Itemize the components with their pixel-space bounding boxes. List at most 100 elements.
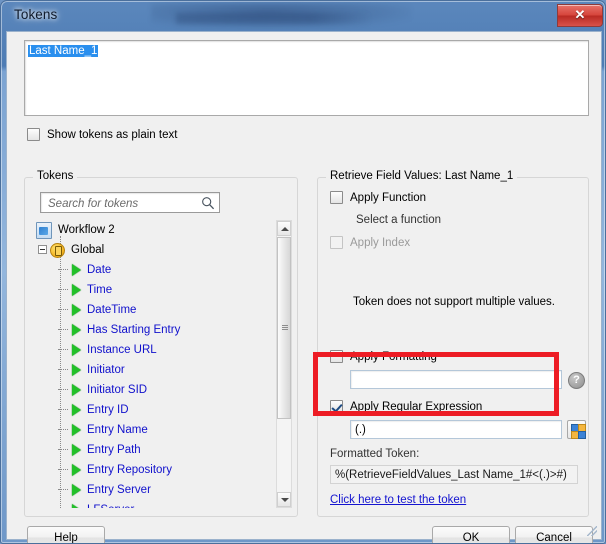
- chevron-down-icon: [281, 498, 289, 502]
- search-input[interactable]: [46, 195, 200, 212]
- tree-elbow-connector: [58, 409, 68, 420]
- tree-item-label: Entry ID: [87, 404, 129, 416]
- formatting-input[interactable]: [350, 370, 562, 389]
- tree-elbow-connector: [58, 349, 68, 360]
- token-play-icon: [72, 464, 81, 476]
- resize-grip-icon[interactable]: [587, 526, 597, 536]
- tree-item-label: Has Starting Entry: [87, 324, 181, 336]
- formatted-token-value[interactable]: [330, 465, 578, 484]
- tree-item-token[interactable]: Time: [34, 280, 270, 300]
- tree-item-token[interactable]: Entry Name: [34, 420, 270, 440]
- tree-item-label: Workflow 2: [58, 224, 115, 236]
- tree-item-label: Date: [87, 264, 112, 276]
- token-play-icon: [72, 444, 81, 456]
- tree-item-token[interactable]: Has Starting Entry: [34, 320, 270, 340]
- tree-item-label: Initiator: [87, 364, 125, 376]
- tree-item-label: Entry Server: [87, 484, 151, 496]
- tree-item-label: LFServer: [87, 504, 134, 508]
- tree-elbow-connector: [58, 329, 68, 340]
- token-preview-box[interactable]: Last Name_1: [24, 40, 589, 116]
- tree-item-token[interactable]: Entry Repository: [34, 460, 270, 480]
- tree-item-root[interactable]: Workflow 2: [34, 220, 270, 240]
- scrollbar-grip-icon: [282, 325, 288, 331]
- token-play-icon: [72, 384, 81, 396]
- chevron-up-icon: [281, 227, 289, 231]
- tree-elbow-connector: [58, 389, 68, 400]
- tree-item-label: Global: [71, 244, 105, 256]
- token-play-icon: [72, 404, 81, 416]
- token-play-icon: [72, 304, 81, 316]
- apply-formatting-row[interactable]: Apply Formatting: [330, 350, 437, 363]
- title-bar: Tokens ✕: [1, 1, 605, 31]
- tree-item-token[interactable]: Entry Path: [34, 440, 270, 460]
- select-a-function-label[interactable]: Select a function: [356, 214, 441, 226]
- tree-elbow-connector: [58, 309, 68, 320]
- tree-elbow-connector: [58, 289, 68, 300]
- token-play-icon: [72, 504, 81, 508]
- tree-elbow-connector: [58, 269, 68, 280]
- aero-glass-blur-2: [176, 13, 371, 24]
- close-icon: ✕: [574, 7, 586, 22]
- show-plain-text-row[interactable]: Show tokens as plain text: [27, 128, 177, 141]
- dialog-client-area: Last Name_1 Show tokens as plain text To…: [6, 31, 602, 543]
- cancel-button[interactable]: Cancel: [515, 526, 593, 543]
- apply-formatting-label: Apply Formatting: [350, 350, 437, 363]
- regex-input[interactable]: [350, 420, 562, 439]
- tree-item-label: Entry Repository: [87, 464, 173, 476]
- token-play-icon: [72, 364, 81, 376]
- tree-elbow-connector: [58, 429, 68, 440]
- close-button[interactable]: ✕: [557, 4, 603, 27]
- formatted-token-label: Formatted Token:: [330, 448, 420, 460]
- scroll-down-button[interactable]: [277, 492, 291, 507]
- tree-item-token[interactable]: Entry ID: [34, 400, 270, 420]
- tokens-tree[interactable]: Workflow 2 Global Date Time DateTime Has Star…: [34, 220, 288, 508]
- apply-function-checkbox[interactable]: [330, 191, 343, 204]
- token-play-icon: [72, 344, 81, 356]
- retrieve-group-legend: Retrieve Field Values: Last Name_1: [326, 170, 518, 182]
- tokens-group-legend: Tokens: [33, 170, 78, 182]
- tree-item-token[interactable]: Initiator: [34, 360, 270, 380]
- tree-item-group[interactable]: Global: [34, 240, 270, 260]
- apply-function-row[interactable]: Apply Function: [330, 191, 426, 204]
- apply-index-row: Apply Index: [330, 236, 410, 249]
- tree-item-token[interactable]: Date: [34, 260, 270, 280]
- tree-item-label: Instance URL: [87, 344, 157, 356]
- tokens-tree-scrollbar[interactable]: [276, 220, 292, 508]
- grid-squares-icon[interactable]: [567, 420, 586, 439]
- global-coin-icon: [50, 242, 65, 258]
- tokens-dialog-window: Tokens ✕ Last Name_1 Show tokens as plai…: [0, 0, 606, 544]
- apply-regex-row[interactable]: Apply Regular Expression: [330, 400, 482, 413]
- search-box[interactable]: [40, 192, 220, 213]
- apply-index-checkbox: [330, 236, 343, 249]
- tree-elbow-connector: [58, 369, 68, 380]
- grid-square-4: [577, 430, 586, 439]
- tree-collapse-toggle[interactable]: [38, 245, 47, 254]
- apply-formatting-checkbox[interactable]: [330, 350, 343, 363]
- tree-elbow-connector: [58, 469, 68, 480]
- scroll-up-button[interactable]: [277, 221, 291, 236]
- token-play-icon: [72, 284, 81, 296]
- apply-regex-checkbox[interactable]: [330, 400, 343, 413]
- test-token-link[interactable]: Click here to test the token: [330, 494, 466, 506]
- scrollbar-thumb[interactable]: [277, 237, 291, 419]
- retrieve-field-values-group-box: Retrieve Field Values: Last Name_1 Apply…: [317, 170, 589, 517]
- no-multiple-values-message: Token does not support multiple values.: [352, 296, 555, 308]
- search-icon[interactable]: [201, 196, 215, 210]
- tree-item-token[interactable]: LFServer: [34, 500, 270, 508]
- question-mark-glyph: ?: [573, 374, 580, 386]
- tree-item-token[interactable]: Instance URL: [34, 340, 270, 360]
- tree-item-label: Entry Path: [87, 444, 141, 456]
- show-plain-text-checkbox[interactable]: [27, 128, 40, 141]
- tree-item-token[interactable]: DateTime: [34, 300, 270, 320]
- tokens-group-box: Tokens Workflow 2GlobalDateTimeDateTimeH…: [24, 170, 298, 517]
- selected-token-text: Last Name_1: [28, 45, 99, 57]
- help-button[interactable]: Help: [27, 526, 105, 543]
- tree-item-token[interactable]: Entry Server: [34, 480, 270, 500]
- workflow-document-icon: [36, 221, 52, 239]
- tree-item-token[interactable]: Initiator SID: [34, 380, 270, 400]
- apply-function-label: Apply Function: [350, 191, 427, 204]
- question-mark-icon[interactable]: ?: [568, 372, 585, 389]
- ok-button[interactable]: OK: [432, 526, 510, 543]
- tree-item-label: Time: [87, 284, 113, 296]
- tree-item-label: Initiator SID: [87, 384, 148, 396]
